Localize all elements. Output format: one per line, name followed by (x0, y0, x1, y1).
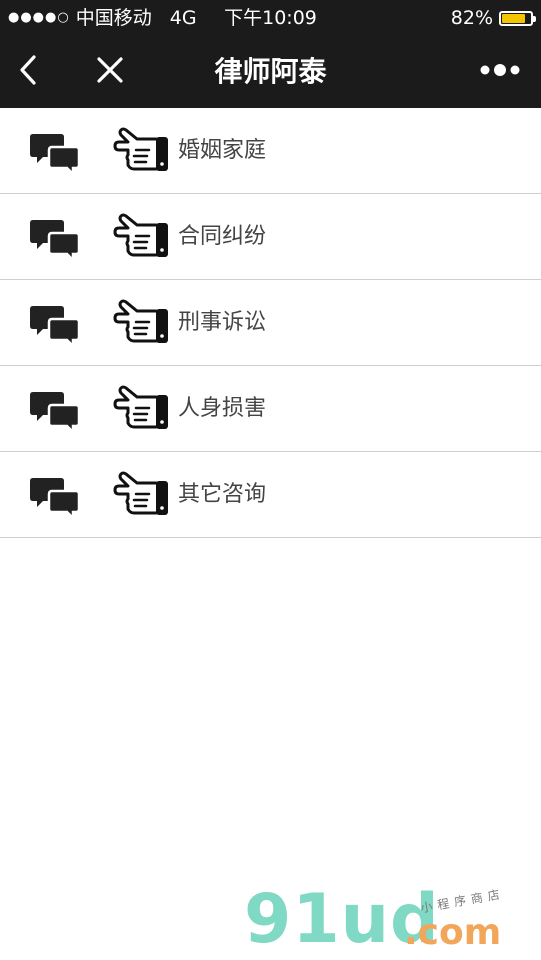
pointing-hand-icon (113, 127, 168, 171)
chat-bubbles-icon (30, 306, 80, 348)
status-bar: ●●●●○ 中国移动 4G 下午10:09 82% (0, 0, 541, 36)
chat-bubbles-icon (30, 392, 80, 434)
watermark: 91ud .com 小程序商店 (244, 880, 541, 960)
list-item[interactable]: 刑事诉讼 (0, 280, 541, 366)
back-button[interactable] (8, 50, 48, 90)
list-item-label: 刑事诉讼 (178, 310, 267, 335)
more-dots-icon (480, 64, 520, 76)
chat-bubbles-icon (30, 134, 80, 176)
pointing-hand-icon (113, 299, 168, 343)
list-item[interactable]: 合同纠纷 (0, 194, 541, 280)
list-item-label: 人身损害 (178, 396, 267, 421)
menu-list: 婚姻家庭 合同纠纷 刑事诉讼 人身损害 其它咨询 (0, 108, 541, 538)
battery-percent: 82% (450, 7, 493, 29)
chat-bubbles-icon (30, 478, 80, 520)
status-right: 82% (450, 0, 536, 36)
pointing-hand-icon (113, 385, 168, 429)
list-item[interactable]: 其它咨询 (0, 452, 541, 538)
list-item-label: 合同纠纷 (178, 224, 267, 249)
pointing-hand-icon (113, 213, 168, 257)
list-item[interactable]: 婚姻家庭 (0, 108, 541, 194)
header: ●●●●○ 中国移动 4G 下午10:09 82% 律师阿泰 (0, 0, 541, 108)
page-title: 律师阿泰 (214, 55, 327, 88)
pointing-hand-icon (113, 471, 168, 515)
watermark-domain: .com (404, 912, 502, 953)
battery-level (502, 13, 525, 23)
battery-icon (499, 10, 536, 26)
list-item-label: 其它咨询 (178, 482, 267, 507)
chat-bubbles-icon (30, 220, 80, 262)
nav-bar: 律师阿泰 (0, 36, 541, 108)
chevron-left-icon (20, 55, 36, 85)
list-item-label: 婚姻家庭 (178, 138, 267, 163)
more-button[interactable] (477, 50, 523, 90)
list-item[interactable]: 人身损害 (0, 366, 541, 452)
